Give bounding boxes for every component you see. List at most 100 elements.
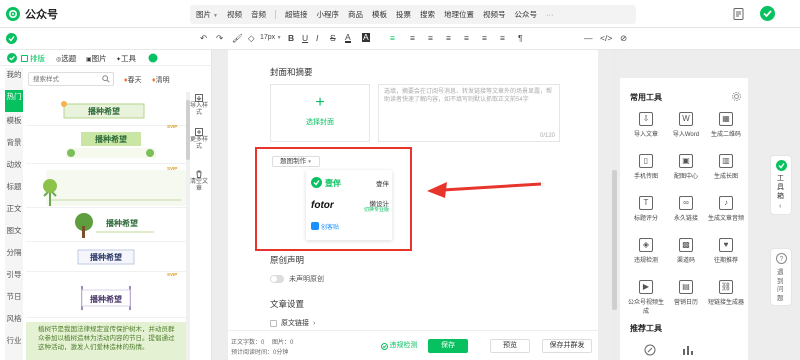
search-input[interactable]: [29, 73, 99, 85]
filter-spring[interactable]: ♦春天: [124, 75, 142, 85]
category-style[interactable]: 风格: [5, 314, 23, 323]
category-hot[interactable]: 热门: [5, 90, 23, 112]
preview-button[interactable]: 预览: [490, 339, 530, 353]
settings-gear-icon[interactable]: [732, 92, 741, 101]
strikethrough-button[interactable]: S: [330, 33, 336, 43]
filter-qingming[interactable]: ♦清明: [152, 75, 170, 85]
original-toggle[interactable]: 未声明原创: [270, 274, 324, 284]
category-body[interactable]: 正文: [5, 204, 23, 213]
search-icon[interactable]: [102, 75, 110, 83]
tab-layout[interactable]: 排版: [21, 53, 45, 64]
clear-format-icon[interactable]: ◇: [248, 33, 255, 44]
tool-permanent-link[interactable]: ∞ 永久链接: [666, 196, 706, 222]
insert-location[interactable]: 地理位置: [444, 9, 474, 20]
tab-tools[interactable]: ✦工具: [116, 53, 136, 64]
align-center-button[interactable]: ≡: [410, 33, 415, 43]
editor-scrollbar[interactable]: [612, 50, 617, 360]
tab-topics[interactable]: ◎选题: [56, 53, 76, 64]
category-background[interactable]: 背景: [5, 138, 23, 147]
bold-button[interactable]: B: [288, 33, 294, 43]
tool-short-link[interactable]: ⛓ 短链接生成器: [706, 280, 746, 306]
category-mine[interactable]: 我的: [5, 70, 23, 79]
save-button[interactable]: 保存: [428, 339, 468, 353]
tool-qr-code[interactable]: ▦ 生成二维码: [706, 112, 746, 138]
tool-recommend[interactable]: ♥ 往期推荐: [706, 238, 746, 264]
insert-vote[interactable]: 投票: [396, 9, 411, 20]
tool-import-article[interactable]: ⇩ 导入文章: [626, 112, 666, 138]
insert-product[interactable]: 商品: [348, 9, 363, 20]
fotor-option[interactable]: fotor 懒设计 切换专业版: [311, 198, 389, 214]
style-search[interactable]: [28, 72, 114, 86]
clear-button[interactable]: ⊘: [620, 33, 627, 44]
tool-violation-check[interactable]: ◈ 违规检测: [626, 238, 666, 264]
clear-article-button[interactable]: 清空文章: [189, 170, 209, 193]
category-motion[interactable]: 动效: [5, 160, 23, 169]
color-picker-icon[interactable]: [148, 53, 158, 63]
tool-channel-code[interactable]: ▩ 渠道码: [666, 238, 706, 264]
align-left-button[interactable]: ≡: [390, 33, 395, 43]
insert-template[interactable]: 模板: [372, 9, 387, 20]
checkbox[interactable]: [270, 319, 277, 327]
style-card[interactable]: 播种希望 SVIP: [26, 124, 186, 164]
insert-miniprogram[interactable]: 小程序: [316, 9, 339, 20]
recommended-chart-icon[interactable]: [682, 344, 694, 356]
insert-official-account[interactable]: 公众号: [514, 9, 537, 20]
undo-icon[interactable]: ↶: [200, 33, 207, 44]
yiban-option[interactable]: 壹伴 壹伴: [311, 176, 389, 190]
code-button[interactable]: </>: [600, 33, 612, 43]
style-card[interactable]: 播种希望: [26, 208, 186, 242]
chuangkit-option[interactable]: 创客贴: [311, 220, 389, 234]
style-card[interactable]: 播种希望 SVIP: [26, 272, 186, 318]
toggle-switch[interactable]: [270, 275, 284, 283]
insert-search[interactable]: 搜索: [420, 9, 435, 20]
fotor-pro-link[interactable]: 切换专业版: [364, 206, 389, 213]
category-industry[interactable]: 行业: [5, 336, 23, 345]
original-link-option[interactable]: 原文链接 ›: [270, 318, 315, 328]
category-image-text[interactable]: 图文: [5, 226, 23, 235]
category-title[interactable]: 标题: [5, 182, 23, 191]
category-guide[interactable]: 引导: [5, 270, 23, 279]
font-color-button[interactable]: A: [345, 33, 351, 43]
yiban-logo-icon[interactable]: [6, 33, 17, 44]
floating-toolbox[interactable]: 工具箱 ‹: [770, 155, 792, 215]
tab-images[interactable]: ▣图片: [86, 53, 107, 64]
cover-maker-dropdown[interactable]: 题图制作 ▼: [272, 156, 320, 167]
recommended-tool-icon[interactable]: [644, 344, 656, 356]
more-insert-button[interactable]: ···: [546, 10, 554, 19]
divider-button[interactable]: —: [584, 33, 593, 43]
category-template[interactable]: 模板: [5, 116, 23, 125]
insert-channels[interactable]: 视频号: [483, 9, 506, 20]
tool-calendar[interactable]: ▤ 营销日历: [666, 280, 706, 306]
floating-help[interactable]: ? 遇到问题: [770, 248, 792, 306]
avatar[interactable]: [760, 6, 775, 21]
style-card[interactable]: SVIP: [26, 164, 186, 208]
insert-audio[interactable]: 音频: [251, 9, 266, 20]
more-styles-button[interactable]: 更多样式: [189, 128, 209, 151]
line-height-button[interactable]: ≡: [446, 33, 451, 43]
insert-video[interactable]: 视频: [227, 9, 242, 20]
brand-logo[interactable]: 公众号: [6, 6, 58, 22]
style-card[interactable]: 播种希望: [26, 92, 186, 126]
tool-long-image[interactable]: ▥ 生成长图: [706, 154, 746, 180]
spacing-button[interactable]: ≡: [500, 33, 505, 43]
format-painter-icon[interactable]: 🖌: [232, 33, 243, 44]
tool-video-generate[interactable]: ▶ 公众号视频生成: [626, 280, 666, 315]
paragraph-button[interactable]: ¶: [518, 33, 523, 43]
font-size-select[interactable]: 17px ▼: [260, 34, 282, 41]
tool-title-score[interactable]: T 标题评分: [626, 196, 666, 222]
style-card-text[interactable]: 植树节是我国法律规定宣传保护树木，并动员群众参加以植树造林为活动内容的节日。提倡…: [26, 322, 186, 360]
violation-check-button[interactable]: 违规检测: [376, 339, 422, 353]
ordered-list-button[interactable]: ≡: [482, 33, 487, 43]
import-style-button[interactable]: 导入样式: [189, 94, 209, 117]
style-card[interactable]: 播种希望: [26, 242, 186, 272]
tool-import-word[interactable]: W 导入Word: [666, 112, 706, 138]
indent-button[interactable]: ≡: [428, 33, 433, 43]
document-icon[interactable]: [733, 8, 744, 20]
summary-field[interactable]: 选填，摘要会在订阅号消息、转发链接等文章外的场景显露，帮助读者快速了解内容，如不…: [378, 84, 560, 142]
background-color-button[interactable]: A: [362, 33, 370, 42]
category-divider[interactable]: 分隔: [5, 248, 23, 257]
select-cover-button[interactable]: + 选择封面: [270, 84, 370, 142]
insert-hyperlink[interactable]: 超链接: [285, 9, 308, 20]
tool-phone-upload[interactable]: ▯ 手机传图: [626, 154, 666, 180]
redo-icon[interactable]: ↷: [216, 33, 223, 44]
